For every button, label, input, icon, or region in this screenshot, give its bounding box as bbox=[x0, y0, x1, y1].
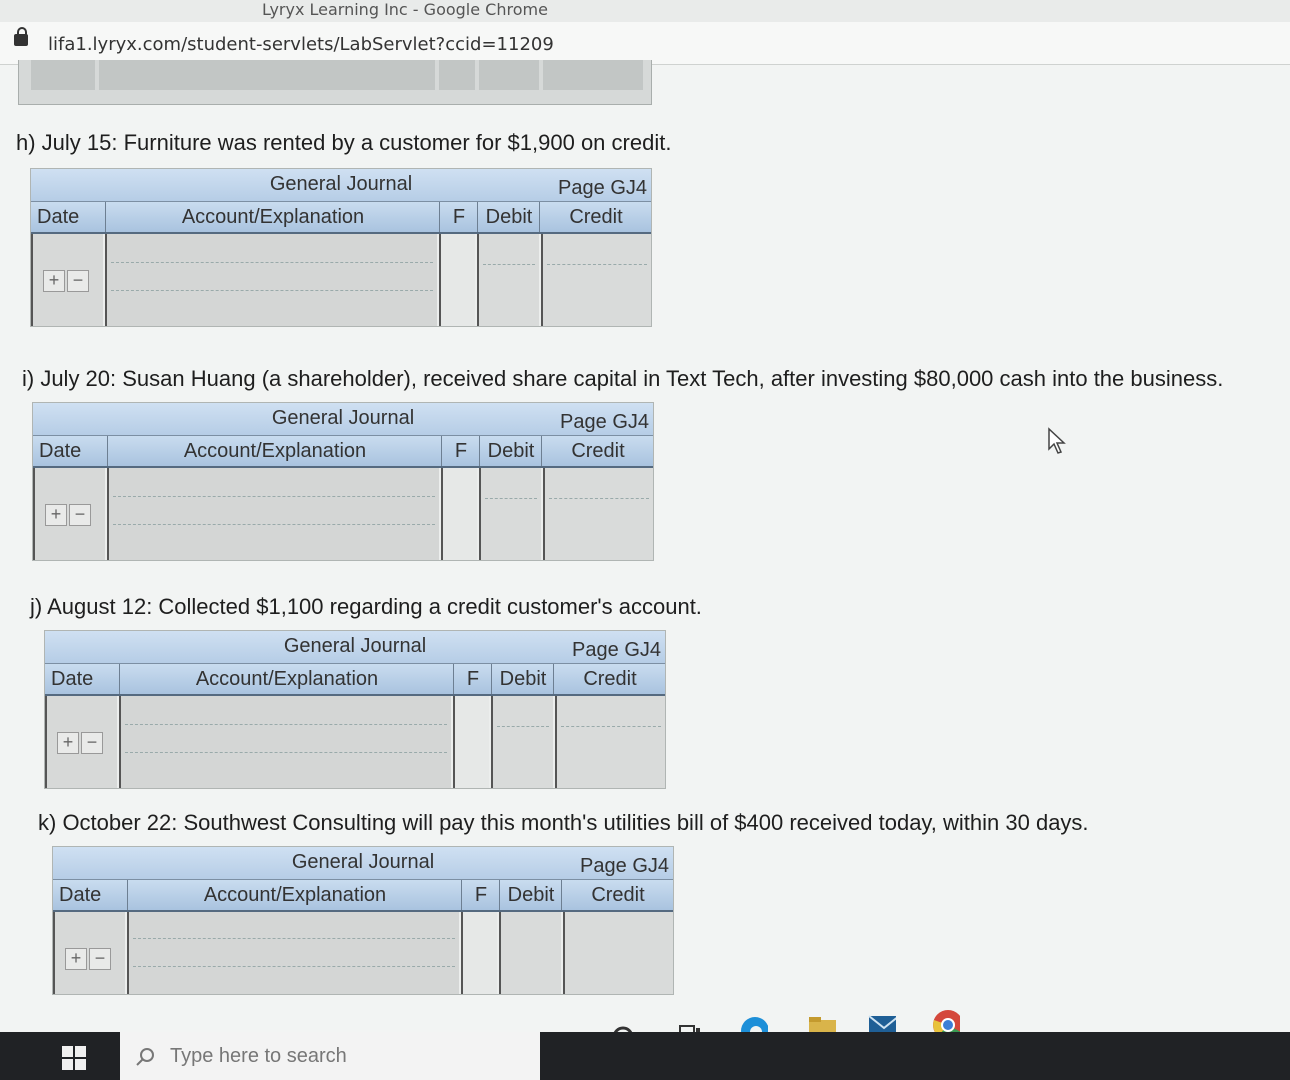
col-debit: Debit bbox=[491, 664, 554, 694]
browser-titlebar: Lyryx Learning Inc - Google Chrome bbox=[0, 0, 1290, 22]
url-text[interactable]: lifa1.lyryx.com/student-servlets/LabServ… bbox=[48, 34, 554, 55]
date-input[interactable]: + − bbox=[45, 696, 117, 788]
window-title: Lyryx Learning Inc - Google Chrome bbox=[262, 0, 548, 19]
journal-j: General Journal Page GJ4 Date Account/Ex… bbox=[44, 630, 666, 789]
journal-header: General Journal Page GJ4 bbox=[31, 169, 651, 202]
debit-input[interactable] bbox=[477, 234, 539, 326]
f-input[interactable] bbox=[453, 696, 489, 788]
search-icon bbox=[136, 1047, 154, 1066]
col-date: Date bbox=[39, 440, 82, 462]
date-input[interactable]: + − bbox=[53, 912, 125, 994]
credit-input[interactable] bbox=[543, 468, 653, 560]
journal-title: General Journal bbox=[291, 851, 435, 873]
journal-page: Page GJ4 bbox=[580, 855, 669, 877]
f-input[interactable] bbox=[441, 468, 477, 560]
debit-input[interactable] bbox=[491, 696, 553, 788]
f-input[interactable] bbox=[461, 912, 497, 994]
row-controls: + − bbox=[45, 504, 93, 526]
windows-start-icon[interactable] bbox=[62, 1046, 86, 1070]
add-row-button[interactable]: + bbox=[57, 732, 79, 754]
previous-journal-fragment bbox=[18, 60, 652, 105]
col-date: Date bbox=[51, 668, 94, 690]
col-credit: Credit bbox=[541, 436, 654, 466]
question-k: k) October 22: Southwest Consulting will… bbox=[38, 810, 1089, 835]
col-date: Date bbox=[59, 884, 102, 906]
account-input[interactable] bbox=[105, 234, 437, 326]
f-input[interactable] bbox=[439, 234, 475, 326]
search-placeholder: Type here to search bbox=[170, 1045, 347, 1067]
credit-input[interactable] bbox=[541, 234, 651, 326]
journal-k: General Journal Page GJ4 Date Account/Ex… bbox=[52, 846, 674, 995]
col-account: Account/Explanation bbox=[119, 664, 454, 694]
journal-columns: Date Account/Explanation F Debit Credit bbox=[53, 880, 673, 912]
lock-icon bbox=[14, 27, 28, 46]
remove-row-button[interactable]: − bbox=[89, 948, 111, 970]
journal-columns: Date Account/Explanation F Debit Credit bbox=[45, 664, 665, 696]
journal-header: General Journal Page GJ4 bbox=[53, 847, 673, 880]
row-controls: + − bbox=[43, 270, 91, 292]
col-account: Account/Explanation bbox=[127, 880, 462, 910]
journal-i: General Journal Page GJ4 Date Account/Ex… bbox=[32, 402, 654, 561]
account-input[interactable] bbox=[107, 468, 439, 560]
remove-row-button[interactable]: − bbox=[69, 504, 91, 526]
journal-header: General Journal Page GJ4 bbox=[33, 403, 653, 436]
col-date: Date bbox=[37, 206, 80, 228]
journal-title: General Journal bbox=[283, 635, 427, 657]
add-row-button[interactable]: + bbox=[43, 270, 65, 292]
question-h: h) July 15: Furniture was rented by a cu… bbox=[16, 130, 672, 155]
journal-page: Page GJ4 bbox=[558, 177, 647, 199]
debit-input[interactable] bbox=[479, 468, 541, 560]
col-credit: Credit bbox=[553, 664, 666, 694]
col-f: F bbox=[439, 202, 478, 232]
add-row-button[interactable]: + bbox=[65, 948, 87, 970]
col-debit: Debit bbox=[477, 202, 540, 232]
remove-row-button[interactable]: − bbox=[81, 732, 103, 754]
account-input[interactable] bbox=[127, 912, 459, 994]
question-j: j) August 12: Collected $1,100 regarding… bbox=[30, 594, 702, 619]
row-controls: + − bbox=[57, 732, 105, 754]
journal-h: General Journal Page GJ4 Date Account/Ex… bbox=[30, 168, 652, 327]
taskbar-search-box[interactable]: Type here to search bbox=[120, 1032, 540, 1080]
col-account: Account/Explanation bbox=[107, 436, 442, 466]
journal-entry-rows: + − bbox=[31, 234, 651, 326]
remove-row-button[interactable]: − bbox=[67, 270, 89, 292]
col-f: F bbox=[453, 664, 492, 694]
journal-title: General Journal bbox=[269, 173, 413, 195]
journal-columns: Date Account/Explanation F Debit Credit bbox=[33, 436, 653, 468]
debit-input[interactable] bbox=[499, 912, 561, 994]
question-i: i) July 20: Susan Huang (a shareholder),… bbox=[22, 366, 1224, 391]
col-f: F bbox=[461, 880, 500, 910]
credit-input[interactable] bbox=[563, 912, 673, 994]
journal-columns: Date Account/Explanation F Debit Credit bbox=[31, 202, 651, 234]
windows-taskbar: Type here to search bbox=[0, 1032, 1290, 1080]
journal-page: Page GJ4 bbox=[560, 411, 649, 433]
col-account: Account/Explanation bbox=[105, 202, 440, 232]
journal-page: Page GJ4 bbox=[572, 639, 661, 661]
address-bar[interactable]: lifa1.lyryx.com/student-servlets/LabServ… bbox=[0, 22, 1290, 65]
date-input[interactable]: + − bbox=[31, 234, 103, 326]
account-input[interactable] bbox=[119, 696, 451, 788]
date-input[interactable]: + − bbox=[33, 468, 105, 560]
col-credit: Credit bbox=[539, 202, 652, 232]
journal-header: General Journal Page GJ4 bbox=[45, 631, 665, 664]
journal-title: General Journal bbox=[271, 407, 415, 429]
col-credit: Credit bbox=[561, 880, 674, 910]
journal-entry-rows: + − bbox=[53, 912, 673, 994]
col-debit: Debit bbox=[499, 880, 562, 910]
col-debit: Debit bbox=[479, 436, 542, 466]
journal-entry-rows: + − bbox=[33, 468, 653, 560]
add-row-button[interactable]: + bbox=[45, 504, 67, 526]
credit-input[interactable] bbox=[555, 696, 665, 788]
row-controls: + − bbox=[65, 948, 113, 970]
mouse-cursor-icon bbox=[1048, 427, 1066, 454]
journal-entry-rows: + − bbox=[45, 696, 665, 788]
col-f: F bbox=[441, 436, 480, 466]
